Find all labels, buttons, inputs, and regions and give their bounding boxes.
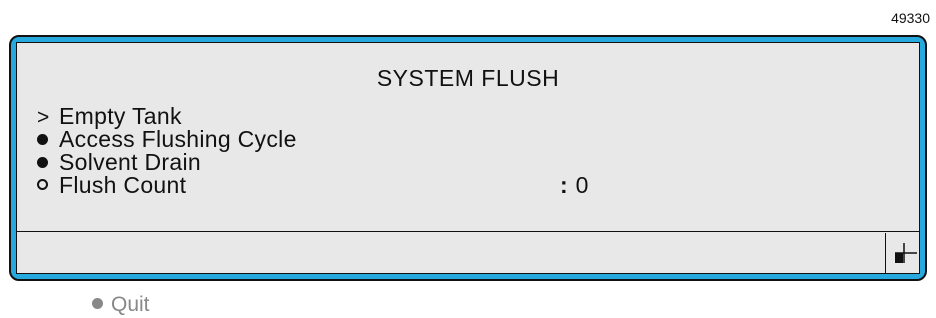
status-indicator-box: [885, 233, 919, 273]
selection-arrow-icon: >: [37, 106, 50, 129]
figure-number: 49330: [891, 10, 930, 26]
display-panel: SYSTEM FLUSH > Empty Tank Access Flushing…: [16, 42, 920, 274]
menu-item-label: Flush Count: [59, 172, 187, 198]
status-bar: [17, 231, 919, 273]
bullet-icon: [92, 298, 103, 309]
value-separator: :: [560, 172, 568, 198]
flush-count-readout: :0: [560, 174, 588, 197]
bullet-icon: [37, 151, 59, 174]
menu-item-solvent-drain[interactable]: Solvent Drain: [37, 151, 737, 174]
menu-list: > Empty Tank Access Flushing Cycle Solven…: [37, 105, 737, 197]
flush-count-value: 0: [575, 172, 589, 198]
corner-indicator-icon: [895, 243, 917, 263]
ring-bullet-icon: [37, 174, 59, 197]
screen-title: SYSTEM FLUSH: [376, 65, 560, 91]
menu-item-empty-tank[interactable]: > Empty Tank: [37, 105, 737, 130]
display-screen-frame: SYSTEM FLUSH > Empty Tank Access Flushing…: [9, 35, 927, 281]
menu-item-access-flushing-cycle[interactable]: Access Flushing Cycle: [37, 128, 737, 151]
menu-item-flush-count[interactable]: Flush Count :0: [37, 174, 737, 197]
quit-label: Quit: [111, 293, 150, 316]
quit-softkey[interactable]: Quit: [92, 294, 150, 316]
page: 49330 SYSTEM FLUSH > Empty Tank Access Fl…: [0, 0, 936, 318]
bullet-icon: [37, 128, 59, 151]
